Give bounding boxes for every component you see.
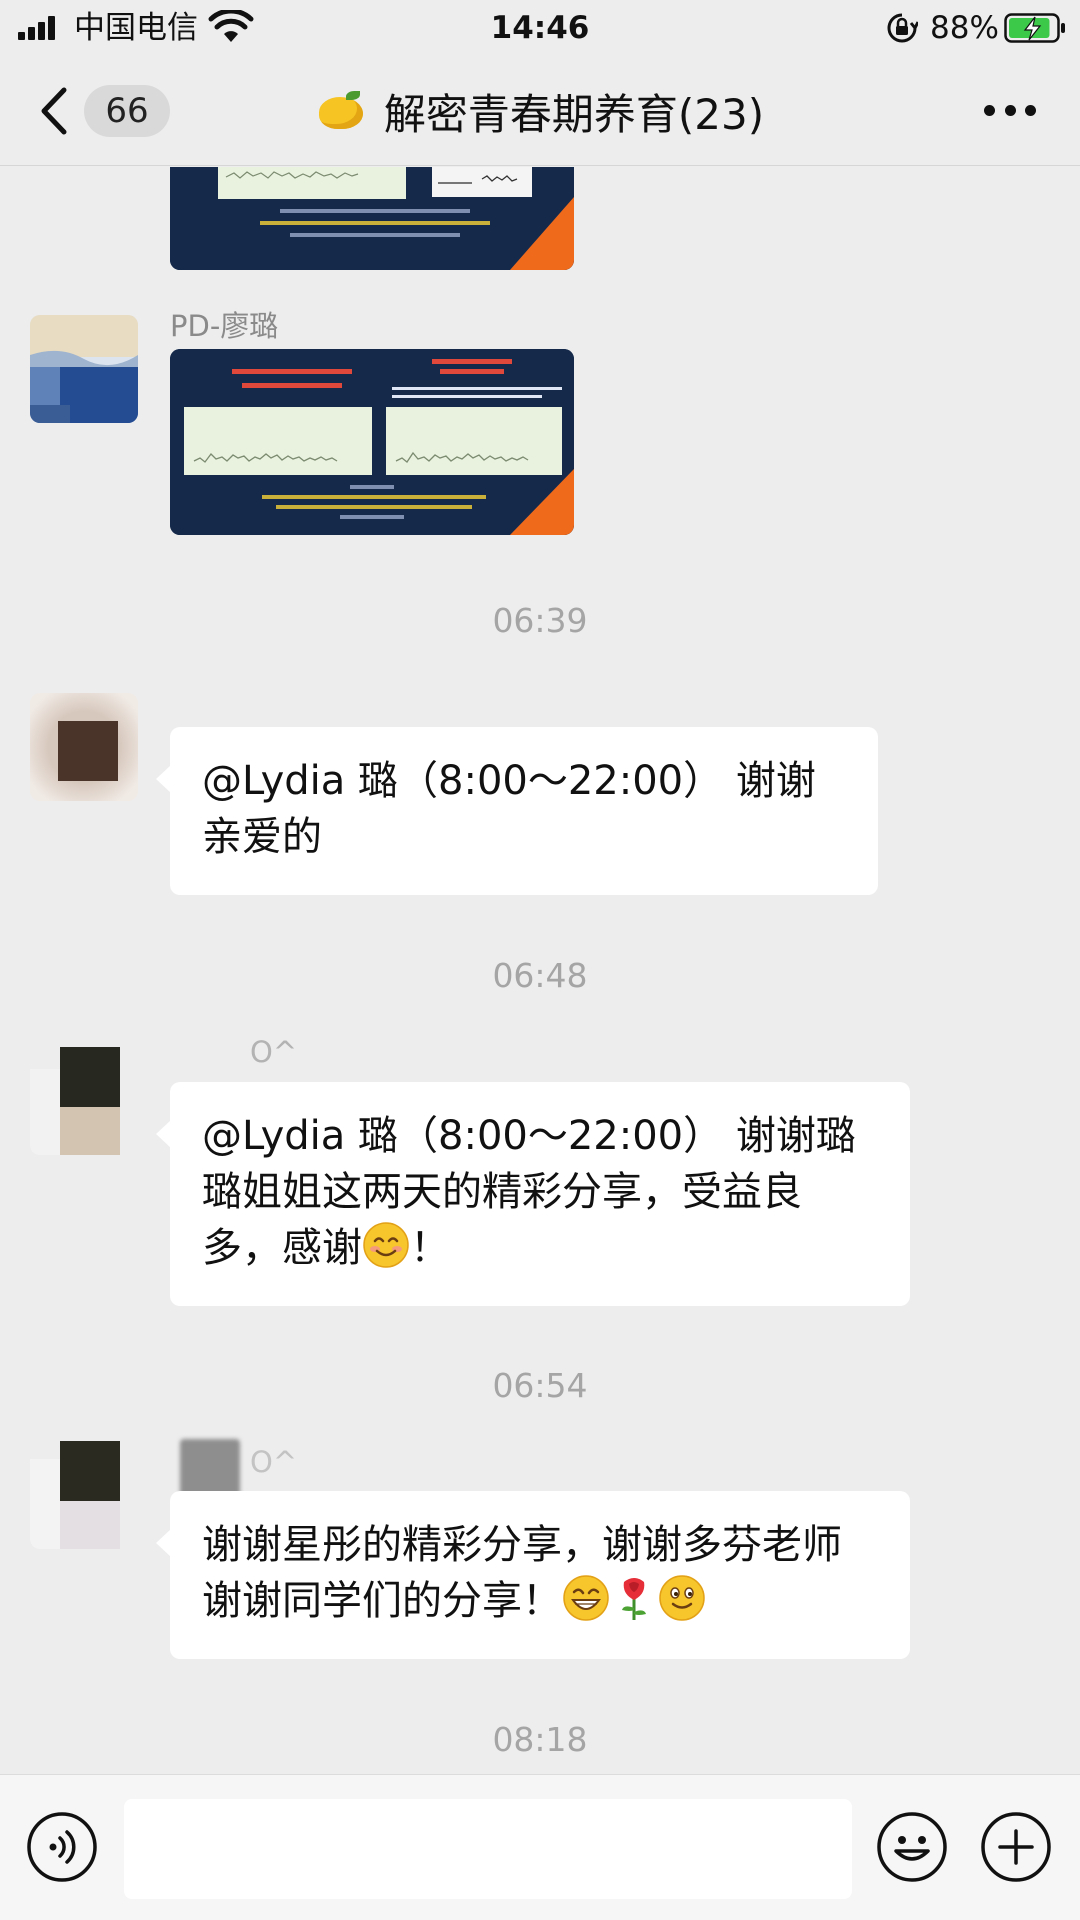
timestamp: 06:54 [492, 1366, 588, 1405]
battery-charging-icon [1004, 13, 1065, 43]
timestamp: 08:18 [492, 1720, 588, 1759]
message-bubble[interactable]: @Lydia 璐（8:00～22:00） 谢谢璐璐姐姐这两天的精彩分享，受益良多… [156, 1082, 910, 1306]
avatar[interactable] [30, 315, 138, 423]
chat-title-text: 解密青春期养育(23) [383, 89, 765, 139]
message-text: 谢谢星彤的精彩分享，谢谢多芬老师谢谢同学们的分享！ [202, 1522, 842, 1624]
message-text: @Lydia 璐（8:00～22:00） 谢谢亲爱的 [202, 758, 816, 860]
voice-icon[interactable] [26, 1811, 98, 1883]
message-text: @Lydia 璐（8:00～22:00） 谢谢璐璐姐姐这两天的精彩分享，受益良多… [202, 1113, 856, 1271]
avatar[interactable] [30, 693, 138, 801]
emoji-icon[interactable] [876, 1811, 948, 1883]
clock: 14:46 [490, 10, 590, 46]
rose-icon [622, 1578, 646, 1620]
slightly-smiling-face-icon [659, 1575, 705, 1621]
chat-title: 解密青春期养育(23) [0, 56, 1080, 166]
battery-percent: 88% [930, 10, 999, 46]
timestamp: 06:39 [492, 601, 588, 640]
sender-name: O^ [250, 1445, 298, 1479]
slide-image [170, 349, 574, 535]
orientation-lock-icon [887, 13, 918, 43]
status-bar: 中国电信 14:46 88% [0, 0, 1080, 56]
image-message[interactable] [170, 349, 574, 535]
avatar[interactable] [30, 1047, 138, 1155]
input-bar [0, 1774, 1080, 1920]
sender-name: PD-廖璐 [170, 309, 279, 343]
message-input[interactable] [124, 1799, 852, 1899]
slide-image [170, 167, 574, 270]
message-list[interactable]: PD-廖璐 06:39 @Lydia 璐（8:00～22:00） 谢谢亲爱的 0… [0, 167, 1080, 1774]
plus-icon[interactable] [980, 1811, 1052, 1883]
message-bubble[interactable]: @Lydia 璐（8:00～22:00） 谢谢亲爱的 [156, 727, 878, 895]
grinning-face-icon [563, 1575, 609, 1621]
message-text-suffix: ！ [410, 1225, 450, 1271]
image-message[interactable] [170, 167, 574, 270]
more-options-icon[interactable] [984, 100, 1036, 120]
timestamp: 06:48 [492, 956, 588, 995]
lemon-icon [316, 90, 366, 132]
message-bubble[interactable]: 谢谢星彤的精彩分享，谢谢多芬老师谢谢同学们的分享！ [156, 1491, 910, 1659]
sender-name: O^ [250, 1035, 298, 1069]
chat-header: 66 解密青春期养育(23) [0, 56, 1080, 166]
smiling-face-icon [363, 1222, 409, 1268]
avatar[interactable] [30, 1441, 138, 1549]
